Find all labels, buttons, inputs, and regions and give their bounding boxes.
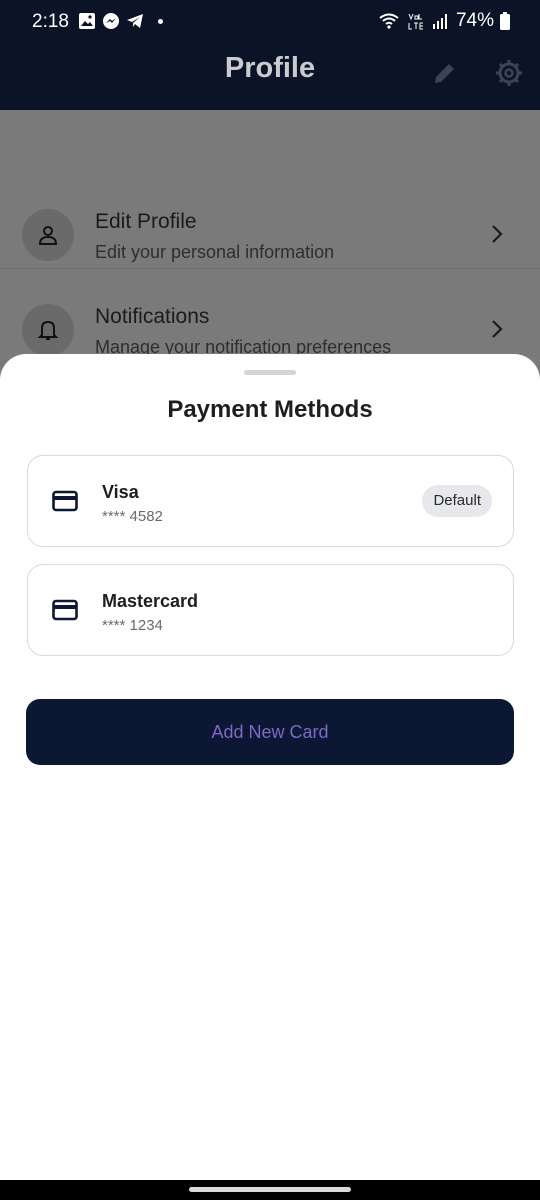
avatar [22,304,74,356]
status-time: 2:18 [32,11,69,32]
navigation-bar [0,1180,540,1200]
top-bar: 2:18 74% Profile [0,0,540,110]
sheet-title: Payment Methods [167,396,373,423]
battery-icon [500,12,510,30]
divider [0,268,540,269]
home-indicator[interactable] [189,1187,351,1192]
menu-item-edit-profile[interactable]: Edit Profile Edit your personal informat… [0,186,540,281]
telegram-icon [127,14,143,28]
status-right: 74% [378,10,510,32]
card-number: **** 1234 [102,617,163,634]
menu-item-subtitle: Edit your personal information [95,242,335,262]
payment-card-mastercard[interactable]: Mastercard **** 1234 [27,564,514,656]
payment-card-visa[interactable]: Visa **** 4582 Default [27,455,514,547]
notification-icons [78,12,163,30]
battery-percent: 74% [455,10,494,31]
wifi-icon [379,13,399,29]
signal-icon [432,14,447,29]
gallery-icon [79,13,95,29]
card-number: **** 4582 [102,508,163,525]
screen: 2:18 74% Profile Edit Profile Edit your … [0,0,540,1200]
status-bar: 2:18 74% [0,0,540,44]
bell-icon [37,320,59,340]
payment-methods-sheet: Payment Methods Visa **** 4582 Default M… [0,354,540,1180]
menu-item-title: Notifications [95,305,210,328]
chevron-right-icon [492,225,503,243]
chevron-right-icon [492,320,503,338]
credit-card-icon [52,599,78,621]
avatar [22,209,74,261]
settings-icon[interactable] [494,58,524,88]
edit-icon[interactable] [430,58,460,88]
messenger-icon [103,13,119,29]
add-new-card-button[interactable]: Add New Card [26,699,514,765]
menu-item-title: Edit Profile [95,210,197,233]
default-badge: Default [422,485,492,517]
card-name: Visa [102,482,139,502]
volte-icon [408,13,423,30]
drag-handle[interactable] [244,370,296,375]
dot-icon [158,18,163,24]
card-name: Mastercard [102,591,199,611]
person-icon [38,226,58,245]
credit-card-icon [52,490,78,512]
